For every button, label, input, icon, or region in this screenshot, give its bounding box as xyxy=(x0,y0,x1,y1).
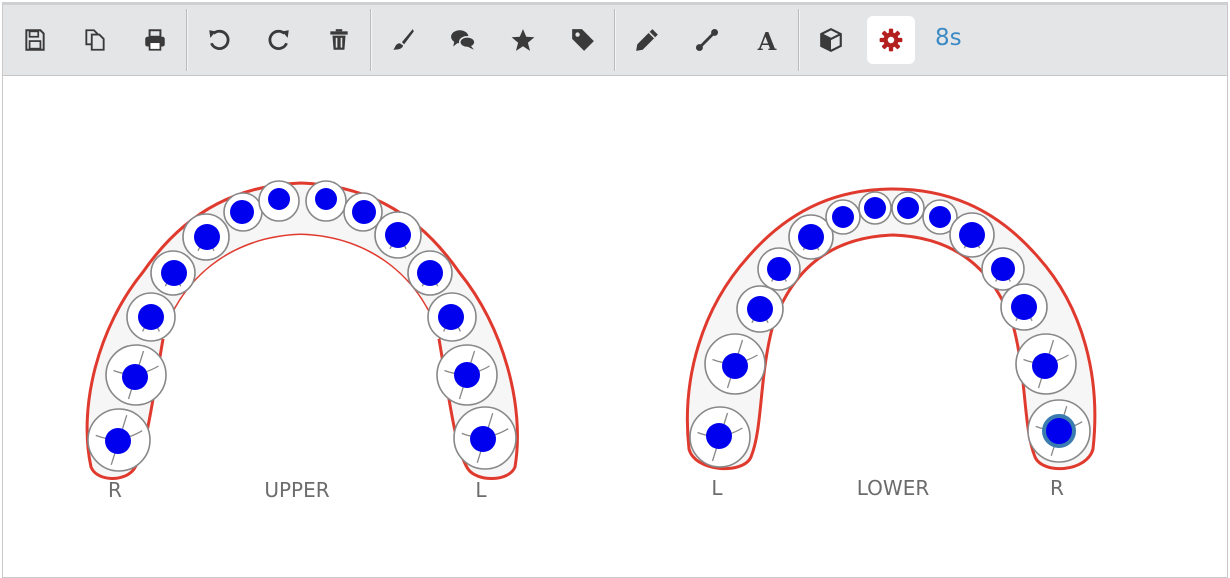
tooth-marker xyxy=(959,222,985,248)
tooth-marker xyxy=(417,260,443,286)
upper-tooth[interactable] xyxy=(407,250,453,296)
redo-icon xyxy=(268,29,289,50)
upper-tooth[interactable] xyxy=(436,344,498,406)
lower-tooth[interactable] xyxy=(949,212,995,258)
print-icon xyxy=(145,29,165,51)
copy-button[interactable] xyxy=(71,16,119,64)
lower-tooth[interactable] xyxy=(891,191,925,225)
dental-chart-window: A 8s R UPPER L L LOWER R xyxy=(2,2,1228,578)
dental-chart-canvas[interactable]: R UPPER L L LOWER R xyxy=(3,77,1227,577)
upper-right-side-label: R xyxy=(108,478,122,502)
dental-arches[interactable]: R UPPER L L LOWER R xyxy=(3,77,1227,577)
tag-button[interactable] xyxy=(559,16,607,64)
tooth-marker xyxy=(315,188,337,210)
lower-tooth[interactable] xyxy=(825,199,861,235)
pencil-icon xyxy=(636,29,658,51)
tag-icon xyxy=(572,29,594,51)
3d-view-button[interactable] xyxy=(807,16,855,64)
upper-tooth[interactable] xyxy=(126,292,176,342)
tooth-marker xyxy=(105,428,131,454)
upper-tooth[interactable] xyxy=(305,180,347,222)
lower-tooth[interactable] xyxy=(1000,283,1048,331)
lower-tooth[interactable] xyxy=(704,333,766,395)
tooth-marker xyxy=(1011,294,1037,320)
tooth-marker xyxy=(864,197,886,219)
tooth-marker xyxy=(230,200,254,224)
trash-icon xyxy=(330,29,348,50)
tooth-marker xyxy=(122,364,148,390)
tooth-marker xyxy=(991,257,1015,281)
tooth-marker xyxy=(194,224,220,250)
line-tool-button[interactable] xyxy=(683,16,731,64)
comments-icon xyxy=(451,30,476,50)
upper-tooth[interactable] xyxy=(427,292,477,342)
upper-tooth[interactable] xyxy=(182,213,230,261)
tooth-marker xyxy=(352,200,376,224)
delete-button[interactable] xyxy=(315,16,363,64)
tooth-marker xyxy=(897,197,919,219)
pencil-button[interactable] xyxy=(623,16,671,64)
timer-readout: 8s xyxy=(935,25,962,51)
lower-tooth[interactable] xyxy=(858,191,892,225)
lower-tooth[interactable] xyxy=(1015,333,1077,395)
tooth-marker xyxy=(798,224,824,250)
line-tool-icon xyxy=(695,28,719,52)
tooth-marker xyxy=(832,206,854,228)
text-tool-button[interactable]: A xyxy=(743,16,791,64)
lower-tooth[interactable] xyxy=(689,406,751,468)
lower-tooth[interactable] xyxy=(1027,399,1091,463)
tooth-marker xyxy=(454,362,480,388)
settings-button[interactable] xyxy=(867,16,915,64)
lower-tooth[interactable] xyxy=(981,247,1025,291)
save-button[interactable] xyxy=(11,16,59,64)
upper-tooth[interactable] xyxy=(223,192,263,232)
tooth-marker xyxy=(929,206,951,228)
brush-button[interactable] xyxy=(379,16,427,64)
lower-tooth[interactable] xyxy=(757,247,801,291)
upper-left-side-label: L xyxy=(475,478,487,502)
comments-button[interactable] xyxy=(439,16,487,64)
undo-icon xyxy=(209,29,230,50)
tooth-marker xyxy=(138,304,164,330)
upper-arch[interactable] xyxy=(85,180,519,480)
text-tool-icon: A xyxy=(757,28,777,53)
tooth-marker xyxy=(385,222,411,248)
lower-arch-label: LOWER xyxy=(857,476,930,500)
tooth-marker xyxy=(767,257,791,281)
upper-tooth[interactable] xyxy=(453,406,517,470)
star-button[interactable] xyxy=(499,16,547,64)
redo-button[interactable] xyxy=(255,16,303,64)
tooth-marker xyxy=(161,260,187,286)
brush-icon xyxy=(393,29,414,50)
lower-right-side-label: R xyxy=(1050,476,1064,500)
star-icon xyxy=(511,29,535,51)
upper-arch-label: UPPER xyxy=(264,478,329,502)
upper-tooth[interactable] xyxy=(150,250,196,296)
lower-arch[interactable] xyxy=(685,187,1097,471)
upper-tooth[interactable] xyxy=(87,408,151,472)
cube-icon xyxy=(820,27,842,53)
upper-tooth[interactable] xyxy=(105,344,167,406)
tooth-marker xyxy=(706,423,732,449)
tooth-marker xyxy=(722,353,748,379)
lower-tooth[interactable] xyxy=(736,285,784,333)
tooth-marker xyxy=(268,188,290,210)
tooth-marker xyxy=(747,296,773,322)
undo-button[interactable] xyxy=(195,16,243,64)
lower-left-side-label: L xyxy=(711,476,723,500)
svg-text:A: A xyxy=(757,28,777,53)
tooth-marker xyxy=(1032,353,1058,379)
toolbar: A 8s xyxy=(3,5,1227,76)
save-icon xyxy=(25,29,45,51)
print-button[interactable] xyxy=(131,16,179,64)
copy-icon xyxy=(85,29,105,51)
upper-tooth[interactable] xyxy=(374,211,422,259)
gear-icon xyxy=(879,28,903,52)
upper-tooth[interactable] xyxy=(258,180,300,222)
tooth-marker xyxy=(470,426,496,452)
tooth-marker xyxy=(438,304,464,330)
